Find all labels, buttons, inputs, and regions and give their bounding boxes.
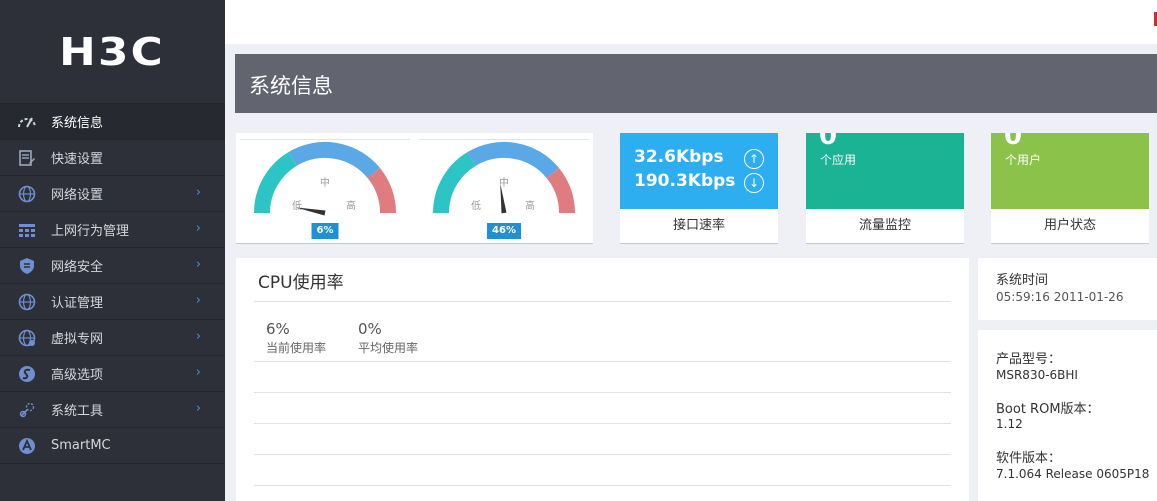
sidebar-item-network-settings[interactable]: 网络设置 › xyxy=(0,175,225,211)
usage-gauges-panel: 中 低 高 6% 中 低 高 46% xyxy=(236,133,593,244)
gauge-value-badge: 46% xyxy=(487,223,521,239)
gauge-value-badge: 6% xyxy=(311,223,339,239)
chevron-right-icon: › xyxy=(195,401,201,416)
top-bar xyxy=(225,0,1157,44)
logo-text: H3C xyxy=(59,29,166,74)
cpu-gauge: 中 低 高 6% xyxy=(240,139,410,243)
sidebar-item-label: 网络安全 xyxy=(51,260,104,275)
vpn-globe-icon xyxy=(17,328,37,348)
smartmc-icon xyxy=(17,436,37,456)
sidebar-item-label: 上网行为管理 xyxy=(51,224,130,239)
app-count-unit: 个应用 xyxy=(820,153,857,167)
advanced-icon xyxy=(17,364,37,384)
cpu-usage-panel: CPU使用率 6% 当前使用率 0% 平均使用率 xyxy=(236,258,969,501)
arrow-up-icon: ↑ xyxy=(744,149,764,169)
cpu-current-stat: 6% 当前使用率 xyxy=(266,320,326,356)
model-value: MSR830-6BHI xyxy=(996,368,1078,382)
user-status-card[interactable]: 0 个用户 用户状态 xyxy=(991,133,1149,244)
globe-icon xyxy=(17,292,37,312)
sidebar-item-label: 网络设置 xyxy=(51,188,104,203)
sidebar-item-label: 认证管理 xyxy=(51,296,104,311)
system-time-value: 05:59:16 2011-01-26 xyxy=(996,290,1124,304)
system-time-panel: 系统时间 05:59:16 2011-01-26 xyxy=(978,258,1157,320)
interface-rate-header: 32.6Kbps ↑ 190.3Kbps ↓ xyxy=(620,133,778,209)
user-count: 0 xyxy=(1004,133,1023,151)
traffic-monitor-label: 流量监控 xyxy=(858,218,911,233)
user-count-unit: 个用户 xyxy=(1005,153,1042,167)
sidebar-item-label: 高级选项 xyxy=(51,368,104,383)
cpu-average-value: 0% xyxy=(358,320,382,338)
gauge-dial: 中 低 高 xyxy=(254,141,397,216)
page-title-bar: 系统信息 xyxy=(235,54,1157,113)
software-version-value: 7.1.064 Release 0605P18 xyxy=(996,467,1150,481)
sidebar-item-auth-management[interactable]: 认证管理 › xyxy=(0,283,225,319)
chart-gridline xyxy=(254,454,951,455)
sidebar-item-quick-setup[interactable]: 快速设置 xyxy=(0,139,225,175)
chart-gridline xyxy=(254,485,951,486)
interface-rate-label: 接口速率 xyxy=(672,218,725,233)
sidebar-item-smartmc[interactable]: SmartMC xyxy=(0,427,225,464)
sidebar-item-label: 虚拟专网 xyxy=(51,332,104,347)
chevron-right-icon: › xyxy=(195,185,201,200)
sidebar-item-label: 快速设置 xyxy=(51,152,104,167)
cpu-usage-title: CPU使用率 xyxy=(258,273,344,293)
page-title: 系统信息 xyxy=(249,74,333,98)
sidebar-item-system-info[interactable]: 系统信息 xyxy=(0,103,225,139)
gauge-low-label: 低 xyxy=(471,199,481,212)
sidebar-item-label: 系统信息 xyxy=(51,116,104,131)
gauge-mid-label: 中 xyxy=(320,176,330,189)
arrow-down-icon: ↓ xyxy=(744,173,764,193)
gauge-divider xyxy=(240,139,410,140)
chevron-right-icon: › xyxy=(195,221,201,236)
gauge-low-label: 低 xyxy=(292,199,302,212)
traffic-monitor-card[interactable]: 0 个应用 流量监控 xyxy=(806,133,964,244)
chevron-right-icon: › xyxy=(195,293,201,308)
chart-gridline xyxy=(254,423,951,424)
memory-gauge: 中 低 高 46% xyxy=(419,139,589,243)
h3c-logo: H3C xyxy=(0,0,225,103)
sidebar-menu: 系统信息 快速设置 网络设置 › 上网行为管理 › 网络安全 › 认证管理 › … xyxy=(0,103,225,464)
gauge-high-label: 高 xyxy=(346,199,356,212)
software-version-label: 软件版本： xyxy=(996,451,1062,466)
chevron-right-icon: › xyxy=(195,365,201,380)
sidebar: H3C 系统信息 快速设置 网络设置 › 上网行为管理 › 网络安全 › 认证管… xyxy=(0,0,225,501)
bootrom-value: 1.12 xyxy=(996,417,1023,431)
bootrom-label: Boot ROM版本： xyxy=(996,402,1100,417)
user-status-header: 0 个用户 xyxy=(991,133,1149,209)
grid-icon xyxy=(17,220,37,240)
gauge-icon xyxy=(17,112,37,132)
upload-rate: 32.6Kbps xyxy=(634,147,724,167)
chevron-right-icon: › xyxy=(195,329,201,344)
tools-icon xyxy=(17,400,37,420)
user-status-label: 用户状态 xyxy=(1043,218,1096,233)
sidebar-item-behavior-management[interactable]: 上网行为管理 › xyxy=(0,211,225,247)
cpu-current-value: 6% xyxy=(266,320,290,338)
sidebar-item-network-security[interactable]: 网络安全 › xyxy=(0,247,225,283)
interface-rate-card[interactable]: 32.6Kbps ↑ 190.3Kbps ↓ 接口速率 xyxy=(620,133,778,244)
chart-gridline xyxy=(254,361,951,362)
sidebar-item-advanced-options[interactable]: 高级选项 › xyxy=(0,355,225,391)
cpu-average-stat: 0% 平均使用率 xyxy=(358,320,418,356)
gauge-divider xyxy=(419,139,589,140)
globe-icon xyxy=(17,184,37,204)
cpu-average-label: 平均使用率 xyxy=(358,341,419,355)
chevron-right-icon: › xyxy=(195,257,201,272)
quick-setup-icon xyxy=(17,148,37,168)
sidebar-item-label: SmartMC xyxy=(51,438,111,453)
cpu-current-label: 当前使用率 xyxy=(266,341,327,355)
model-label: 产品型号： xyxy=(996,352,1062,367)
sidebar-item-vpn[interactable]: 虚拟专网 › xyxy=(0,319,225,355)
app-count: 0 xyxy=(819,133,838,151)
divider xyxy=(254,301,951,302)
traffic-monitor-header: 0 个应用 xyxy=(806,133,964,209)
sidebar-item-system-tools[interactable]: 系统工具 › xyxy=(0,391,225,427)
download-rate: 190.3Kbps xyxy=(634,171,736,191)
sidebar-item-label: 系统工具 xyxy=(51,404,104,419)
gauge-dial: 中 低 高 xyxy=(433,141,576,214)
device-info-panel: 产品型号： MSR830-6BHI Boot ROM版本： 1.12 软件版本：… xyxy=(978,330,1157,501)
system-time-label: 系统时间 xyxy=(996,273,1049,288)
shield-icon xyxy=(17,256,37,276)
chart-gridline xyxy=(254,392,951,393)
gauge-high-label: 高 xyxy=(525,199,535,212)
